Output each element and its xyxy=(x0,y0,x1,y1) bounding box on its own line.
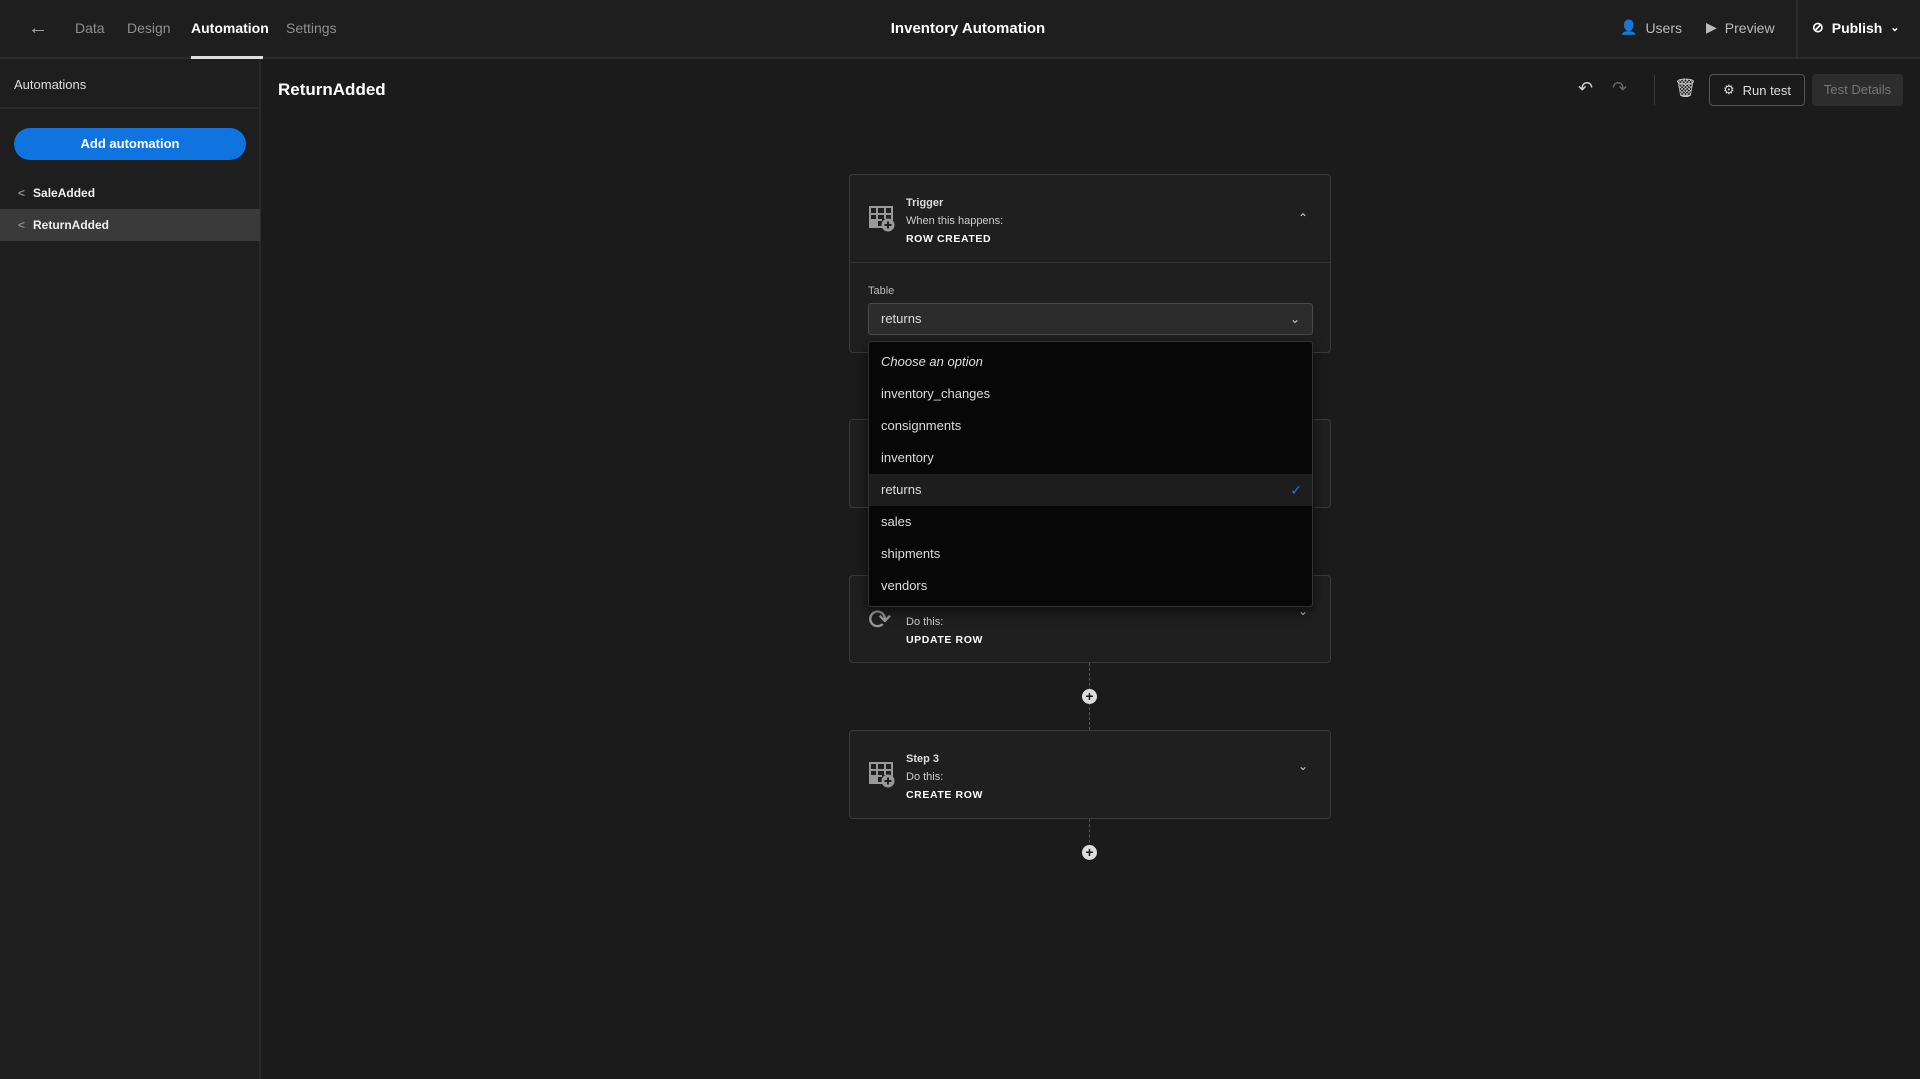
share-icon: < xyxy=(18,218,26,232)
sidebar-item-label: SaleAdded xyxy=(33,186,96,200)
run-test-label: Run test xyxy=(1742,82,1792,98)
table-add-icon xyxy=(869,762,895,788)
divider xyxy=(1796,0,1798,58)
step3-header[interactable]: Step 3 Do this: CREATE ROW ⌄ xyxy=(850,731,1330,819)
option-consignments[interactable]: consignments xyxy=(869,410,1312,442)
globe-off-icon: ⊘ xyxy=(1812,19,1824,35)
refresh-icon: ⟳ xyxy=(868,604,892,635)
publish-label: Publish xyxy=(1831,19,1883,36)
option-inventory[interactable]: inventory xyxy=(869,442,1312,474)
users-button[interactable]: 👤 Users xyxy=(1620,19,1682,36)
preview-label: Preview xyxy=(1724,19,1775,36)
divider xyxy=(1654,75,1655,105)
checkmark-icon: ✓ xyxy=(1290,482,1302,498)
option-vendors[interactable]: vendors xyxy=(869,570,1312,602)
divider xyxy=(0,107,260,109)
chevron-down-icon: ⌄ xyxy=(1289,312,1300,326)
card-subtitle: Do this: xyxy=(906,771,944,783)
sidebar-title: Automations xyxy=(14,77,87,92)
publish-button[interactable]: ⊘ Publish ⌄ xyxy=(1812,19,1900,36)
table-select[interactable]: returns ⌄ xyxy=(868,303,1313,335)
sidebar: Automations Add automation < SaleAdded < R… xyxy=(0,59,261,1079)
sidebar-item-saleadded[interactable]: < SaleAdded xyxy=(0,177,260,209)
page-title: ReturnAdded xyxy=(278,80,386,99)
trigger-card: Trigger When this happens: ROW CREATED ⌃… xyxy=(849,174,1331,353)
card-action: UPDATE ROW xyxy=(906,634,983,646)
add-automation-button[interactable]: Add automation xyxy=(14,128,246,160)
chevron-up-icon[interactable]: ⌃ xyxy=(1298,211,1308,225)
top-bar: ← Data Design Automation Settings Invent… xyxy=(0,0,1920,59)
user-icon: 👤 xyxy=(1620,19,1638,35)
users-label: Users xyxy=(1645,19,1682,36)
sidebar-item-returnadded[interactable]: < ReturnAdded xyxy=(0,209,260,241)
step3-card: Step 3 Do this: CREATE ROW ⌄ xyxy=(849,730,1331,819)
card-action: CREATE ROW xyxy=(906,789,983,801)
run-test-button[interactable]: ⚙ Run test xyxy=(1709,74,1805,106)
trash-icon[interactable]: 🗑 xyxy=(1674,78,1697,99)
add-step-icon[interactable]: + xyxy=(1082,845,1097,860)
sidebar-item-label: ReturnAdded xyxy=(33,218,110,232)
table-dropdown-menu: Choose an option inventory_changes consi… xyxy=(868,341,1313,607)
play-circle-icon: ▶ xyxy=(1706,19,1717,35)
preview-button[interactable]: ▶ Preview xyxy=(1706,19,1775,36)
table-select-value: returns xyxy=(881,311,922,326)
redo-icon[interactable]: ↷ xyxy=(1612,78,1627,99)
card-title: Trigger xyxy=(906,197,944,209)
card-event: ROW CREATED xyxy=(906,233,992,245)
run-test-icon: ⚙ xyxy=(1722,82,1735,97)
option-inventory-changes[interactable]: inventory_changes xyxy=(869,378,1312,410)
table-label: Table xyxy=(868,285,895,297)
share-icon: < xyxy=(18,186,26,200)
test-details-button[interactable]: Test Details xyxy=(1812,74,1903,106)
chevron-down-icon: ⌄ xyxy=(1890,22,1900,34)
table-add-icon xyxy=(869,206,895,232)
option-returns[interactable]: returns ✓ xyxy=(869,474,1312,506)
card-title: Step 3 xyxy=(906,753,940,765)
option-label: returns xyxy=(881,482,922,497)
card-subtitle: When this happens: xyxy=(906,215,1004,227)
trigger-header[interactable]: Trigger When this happens: ROW CREATED ⌃ xyxy=(850,175,1330,263)
option-shipments[interactable]: shipments xyxy=(869,538,1312,570)
card-subtitle: Do this: xyxy=(906,616,944,628)
option-sales[interactable]: sales xyxy=(869,506,1312,538)
add-step-icon[interactable]: + xyxy=(1082,689,1097,704)
dropdown-placeholder[interactable]: Choose an option xyxy=(869,346,1312,378)
undo-icon[interactable]: ↶ xyxy=(1578,78,1593,99)
chevron-down-icon[interactable]: ⌄ xyxy=(1298,759,1308,773)
